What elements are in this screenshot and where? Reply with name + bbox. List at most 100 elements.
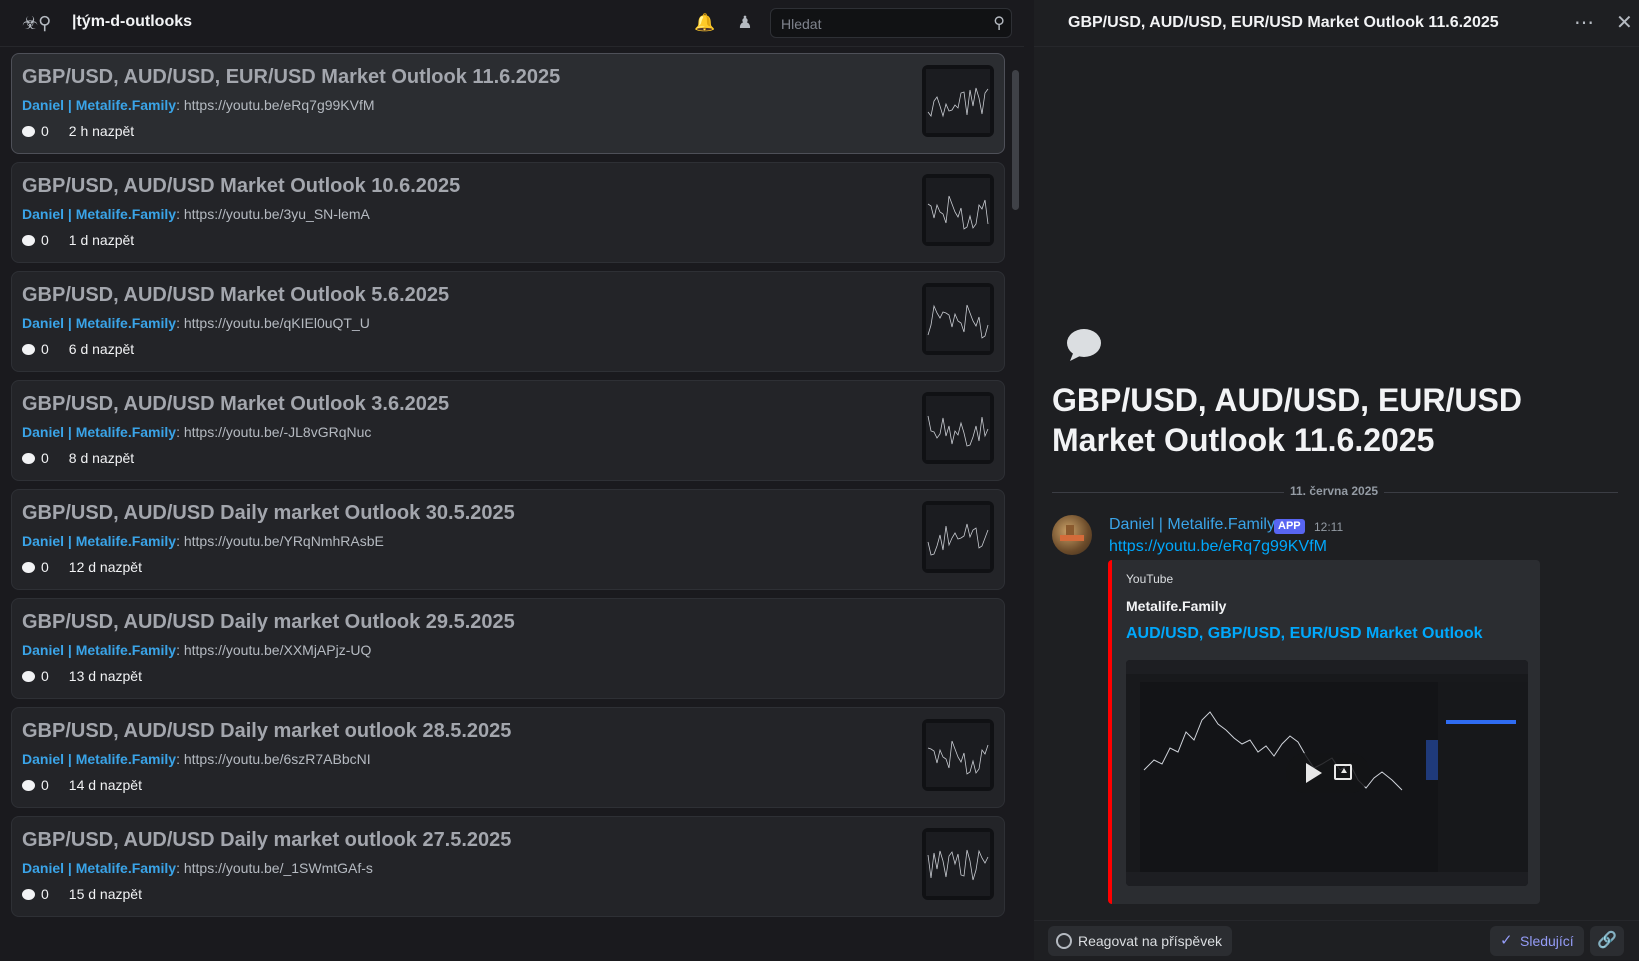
post-card[interactable]: GBP/USD, AUD/USD Daily market Outlook 30…	[11, 489, 1005, 590]
post-meta: 0 12 d nazpět	[22, 559, 142, 575]
post-card[interactable]: GBP/USD, AUD/USD Market Outlook 10.6.202…	[11, 162, 1005, 263]
separator: :	[176, 97, 184, 113]
comment-count: 0	[41, 123, 49, 139]
post-thumbnail[interactable]	[922, 65, 994, 137]
post-link: https://youtu.be/6szR7ABbcNI	[183, 751, 371, 767]
post-card[interactable]: GBP/USD, AUD/USD, EUR/USD Market Outlook…	[11, 53, 1005, 154]
popout-icon[interactable]	[1334, 764, 1352, 780]
smile-icon	[1056, 933, 1072, 949]
post-author[interactable]: Daniel | Metalife.Family	[22, 642, 176, 658]
post-card[interactable]: GBP/USD, AUD/USD Daily market outlook 27…	[11, 816, 1005, 917]
thread-header: GBP/USD, AUD/USD, EUR/USD Market Outlook…	[1034, 0, 1639, 47]
post-author[interactable]: Daniel | Metalife.Family	[22, 533, 176, 549]
follow-button[interactable]: ✓ Sledující	[1490, 926, 1584, 956]
post-author[interactable]: Daniel | Metalife.Family	[22, 206, 176, 222]
post-preview: Daniel | Metalife.Family: https://youtu.…	[22, 642, 371, 658]
comment-count: 0	[41, 886, 49, 902]
forum-header: ☣⚲ |tým-d-outlooks 🔔 ♟ ⚲	[0, 0, 1024, 47]
search-box[interactable]: ⚲	[770, 8, 1012, 38]
more-icon[interactable]: ⋯	[1574, 10, 1595, 35]
post-link: https://youtu.be/3yu_SN-lemA	[183, 206, 370, 222]
embed-title[interactable]: AUD/USD, GBP/USD, EUR/USD Market Outlook	[1126, 625, 1482, 643]
separator: :	[176, 315, 184, 331]
link-icon[interactable]: 🔗	[1590, 926, 1624, 956]
post-thumbnail[interactable]	[922, 174, 994, 246]
post-preview: Daniel | Metalife.Family: https://youtu.…	[22, 315, 370, 331]
post-thumbnail[interactable]	[922, 719, 994, 791]
post-time: 12 d nazpět	[68, 559, 142, 575]
post-title[interactable]: GBP/USD, AUD/USD Market Outlook 5.6.2025	[22, 284, 449, 307]
app-badge: APP	[1274, 519, 1305, 534]
post-card[interactable]: GBP/USD, AUD/USD Market Outlook 5.6.2025…	[11, 271, 1005, 372]
post-card[interactable]: GBP/USD, AUD/USD Market Outlook 3.6.2025…	[11, 380, 1005, 481]
members-icon[interactable]: ♟	[734, 12, 756, 34]
post-title[interactable]: GBP/USD, AUD/USD Daily market Outlook 30…	[22, 502, 515, 525]
react-label: Reagovat na příspěvek	[1078, 933, 1222, 949]
post-preview: Daniel | Metalife.Family: https://youtu.…	[22, 533, 384, 549]
thread-footer: Reagovat na příspěvek ✓ Sledující 🔗	[1034, 920, 1639, 961]
check-icon: ✓	[1500, 932, 1513, 949]
avatar[interactable]	[1052, 515, 1092, 555]
post-preview: Daniel | Metalife.Family: https://youtu.…	[22, 751, 371, 767]
post-time: 14 d nazpět	[68, 777, 142, 793]
separator: :	[176, 533, 184, 549]
post-card[interactable]: GBP/USD, AUD/USD Daily market outlook 28…	[11, 707, 1005, 808]
post-thumbnail[interactable]	[922, 283, 994, 355]
post-title[interactable]: GBP/USD, AUD/USD Daily market Outlook 29…	[22, 611, 515, 634]
message-author[interactable]: Daniel | Metalife.Family	[1109, 516, 1275, 534]
post-time: 2 h nazpět	[68, 123, 135, 139]
post-preview: Daniel | Metalife.Family: https://youtu.…	[22, 424, 371, 440]
post-meta: 0 8 d nazpět	[22, 450, 134, 466]
search-input[interactable]	[779, 14, 983, 34]
comment-count: 0	[41, 777, 49, 793]
embed-channel[interactable]: Metalife.Family	[1126, 598, 1226, 614]
date-label: 11. června 2025	[1284, 484, 1385, 498]
separator: :	[176, 860, 184, 876]
post-author[interactable]: Daniel | Metalife.Family	[22, 97, 176, 113]
post-time: 1 d nazpět	[68, 232, 135, 248]
message-link[interactable]: https://youtu.be/eRq7g99KVfM	[1109, 538, 1327, 556]
comment-count: 0	[41, 450, 49, 466]
post-author[interactable]: Daniel | Metalife.Family	[22, 424, 176, 440]
post-title[interactable]: GBP/USD, AUD/USD Market Outlook 10.6.202…	[22, 175, 460, 198]
comment-icon	[22, 780, 35, 791]
post-title[interactable]: GBP/USD, AUD/USD Market Outlook 3.6.2025	[22, 393, 449, 416]
thread-header-title: GBP/USD, AUD/USD, EUR/USD Market Outlook…	[1068, 14, 1499, 31]
post-author[interactable]: Daniel | Metalife.Family	[22, 315, 176, 331]
embed-provider: YouTube	[1126, 572, 1174, 586]
close-icon[interactable]: ✕	[1616, 10, 1633, 35]
comment-count: 0	[41, 341, 49, 357]
video-thumbnail[interactable]	[1126, 660, 1528, 886]
post-thumbnail[interactable]	[922, 501, 994, 573]
search-icon[interactable]: ⚲	[993, 13, 1005, 33]
bell-icon[interactable]: 🔔	[694, 12, 716, 34]
post-title[interactable]: GBP/USD, AUD/USD, EUR/USD Market Outlook…	[22, 66, 560, 89]
react-button[interactable]: Reagovat na příspěvek	[1048, 926, 1232, 956]
youtube-embed: YouTube Metalife.Family AUD/USD, GBP/USD…	[1108, 560, 1540, 904]
post-thumbnail[interactable]	[922, 392, 994, 464]
scrollbar[interactable]	[1012, 70, 1019, 210]
post-preview: Daniel | Metalife.Family: https://youtu.…	[22, 97, 375, 113]
follow-label: Sledující	[1520, 933, 1574, 949]
post-link: https://youtu.be/-JL8vGRqNuc	[183, 424, 372, 440]
post-link: https://youtu.be/eRq7g99KVfM	[183, 97, 375, 113]
separator: :	[176, 424, 184, 440]
post-time: 6 d nazpět	[68, 341, 135, 357]
post-author[interactable]: Daniel | Metalife.Family	[22, 751, 176, 767]
post-card[interactable]: GBP/USD, AUD/USD Daily market Outlook 29…	[11, 598, 1005, 699]
post-thumbnail[interactable]	[922, 828, 994, 900]
post-author[interactable]: Daniel | Metalife.Family	[22, 860, 176, 876]
comment-count: 0	[41, 559, 49, 575]
post-meta: 0 6 d nazpět	[22, 341, 134, 357]
play-icon[interactable]	[1306, 763, 1322, 783]
comment-count: 0	[41, 668, 49, 684]
comment-icon	[22, 889, 35, 900]
thread-title: GBP/USD, AUD/USD, EUR/USD Market Outlook…	[1052, 382, 1522, 458]
comment-icon	[22, 453, 35, 464]
post-title[interactable]: GBP/USD, AUD/USD Daily market outlook 27…	[22, 829, 511, 852]
post-time: 15 d nazpět	[68, 886, 142, 902]
post-link: https://youtu.be/_1SWmtGAf-s	[183, 860, 373, 876]
post-time: 8 d nazpět	[68, 450, 135, 466]
post-title[interactable]: GBP/USD, AUD/USD Daily market outlook 28…	[22, 720, 511, 743]
message-time: 12:11	[1314, 520, 1344, 534]
